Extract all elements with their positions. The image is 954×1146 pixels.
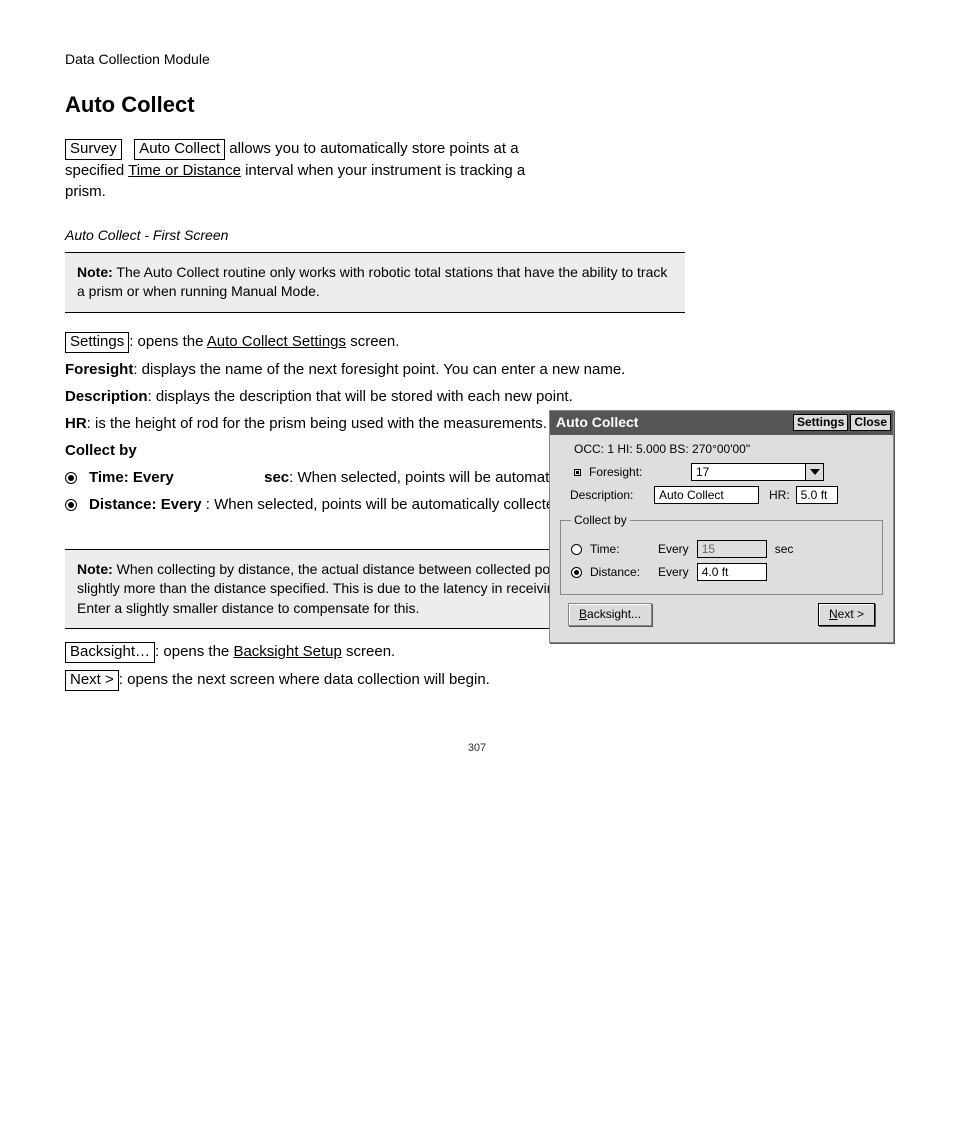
- backsight-paragraph: Backsight…: opens the Backsight Setup sc…: [65, 641, 889, 663]
- note-label: Note:: [77, 561, 113, 577]
- dialog-body: OCC: 1 HI: 5.000 BS: 270°00'00" Foresigh…: [550, 435, 893, 642]
- backsight-setup-link: Backsight Setup: [233, 643, 341, 660]
- dialog-titlebar: Auto Collect Settings Close: [550, 411, 893, 435]
- time-input: 15: [697, 540, 767, 558]
- note-box-1: Note: The Auto Collect routine only work…: [65, 252, 685, 313]
- distance-input[interactable]: 4.0 ft: [697, 563, 767, 581]
- distance-label: Distance: Every: [89, 496, 202, 513]
- page: Data Collection Module Auto Collect Surv…: [0, 0, 954, 796]
- description-row: Description: Auto Collect HR: 5.0 ft: [560, 486, 883, 504]
- hr-input[interactable]: 5.0 ft: [796, 486, 838, 504]
- time-or-distance-link: Time or Distance: [128, 162, 241, 179]
- description-text: : displays the description that will be …: [148, 388, 573, 405]
- intro-text-2: specified: [65, 162, 128, 179]
- text: : opens the: [155, 643, 233, 660]
- intro-text-4: prism.: [65, 183, 106, 200]
- survey-menu-ref: Survey: [65, 139, 122, 160]
- every-label: Every: [658, 541, 689, 558]
- dialog-settings-button[interactable]: Settings: [793, 414, 848, 431]
- backsight-button-ref: Backsight…: [65, 642, 155, 663]
- backsight-button[interactable]: Backsight...: [568, 603, 652, 626]
- square-marker-icon: [574, 469, 581, 476]
- first-screen-heading: Auto Collect - First Screen: [65, 226, 889, 246]
- foresight-row: Foresight: 17: [560, 463, 883, 481]
- foresight-input[interactable]: 17: [691, 463, 806, 481]
- collect-by-legend: Collect by: [571, 512, 630, 529]
- description-field-label: Description:: [570, 487, 648, 504]
- dropdown-arrow-icon[interactable]: [806, 463, 824, 481]
- radio-selected-icon: [65, 472, 77, 484]
- foresight-paragraph: Foresight: displays the name of the next…: [65, 359, 889, 380]
- auto-collect-menu-ref: Auto Collect: [134, 139, 225, 160]
- settings-paragraph: Settings: opens the Auto Collect Setting…: [65, 331, 889, 353]
- foresight-field-label: Foresight:: [589, 464, 659, 481]
- section-title: Auto Collect: [65, 90, 889, 121]
- time-option-row: Time: Every 15 sec: [571, 540, 872, 558]
- settings-button-ref: Settings: [65, 332, 129, 353]
- description-paragraph: Description: displays the description th…: [65, 386, 889, 407]
- intro-paragraph: Survey Auto Collect allows you to automa…: [65, 138, 889, 202]
- hr-text: : is the height of rod for the prism bei…: [87, 415, 547, 432]
- next-button[interactable]: Next >: [818, 603, 875, 626]
- dialog-footer: Backsight... Next >: [560, 603, 883, 634]
- foresight-text: : displays the name of the next foresigh…: [133, 361, 625, 378]
- time-option-label: Time:: [590, 541, 650, 558]
- dialog-close-button[interactable]: Close: [850, 414, 891, 431]
- distance-option-row: Distance: Every 4.0 ft: [571, 563, 872, 581]
- hr-field-label: HR:: [769, 487, 790, 504]
- note-text: The Auto Collect routine only works with…: [77, 264, 667, 300]
- note-label: Note:: [77, 264, 113, 280]
- text: screen.: [342, 643, 395, 660]
- hr-label: HR: [65, 415, 87, 432]
- next-paragraph: Next >: opens the next screen where data…: [65, 669, 889, 691]
- collect-by-fieldset: Collect by Time: Every 15 sec Distance: …: [560, 512, 883, 595]
- page-number: 307: [65, 741, 889, 756]
- foresight-combo[interactable]: 17: [691, 463, 824, 481]
- radio-selected-icon: [65, 499, 77, 511]
- status-line: OCC: 1 HI: 5.000 BS: 270°00'00": [560, 441, 883, 458]
- every-label: Every: [658, 564, 689, 581]
- text: screen.: [346, 333, 399, 350]
- auto-collect-settings-link: Auto Collect Settings: [207, 333, 346, 350]
- time-radio[interactable]: [571, 544, 582, 555]
- dialog-title: Auto Collect: [556, 413, 638, 433]
- description-label: Description: [65, 388, 148, 405]
- text: : opens the: [129, 333, 207, 350]
- intro-text: allows you to automatically store points…: [229, 140, 518, 157]
- time-label: Time: Every: [89, 469, 174, 486]
- sec-label: sec: [775, 541, 794, 558]
- foresight-label: Foresight: [65, 361, 133, 378]
- distance-radio[interactable]: [571, 567, 582, 578]
- distance-option-label: Distance:: [590, 564, 650, 581]
- auto-collect-dialog: Auto Collect Settings Close OCC: 1 HI: 5…: [549, 410, 894, 643]
- text: : opens the next screen where data colle…: [119, 671, 490, 688]
- next-button-ref: Next >: [65, 670, 119, 691]
- time-suffix: sec: [264, 469, 289, 486]
- collect-by-label: Collect by: [65, 442, 137, 459]
- description-input[interactable]: Auto Collect: [654, 486, 759, 504]
- breadcrumb: Data Collection Module: [65, 50, 889, 70]
- intro-text-3: interval when your instrument is trackin…: [241, 162, 525, 179]
